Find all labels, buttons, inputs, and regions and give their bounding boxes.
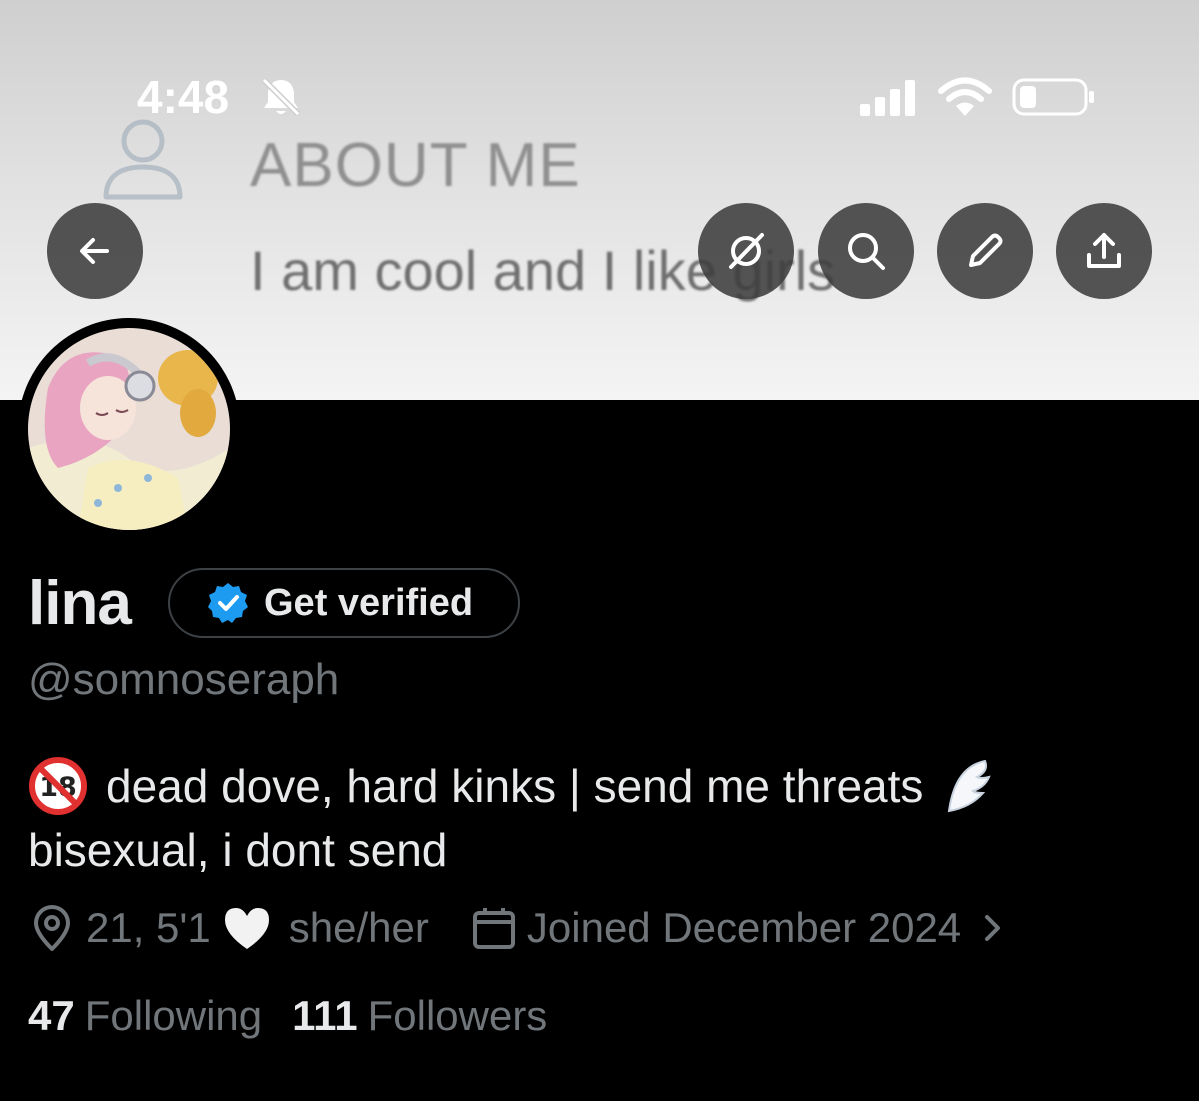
bell-slash-icon [261, 77, 301, 117]
back-arrow-icon [80, 238, 109, 264]
followers-label: Followers [367, 992, 548, 1039]
location-pin-icon [34, 905, 70, 951]
bio-line-2: bisexual, i dont send [28, 824, 448, 876]
person-icon [103, 119, 183, 200]
display-name: lina [28, 569, 132, 638]
avatar-image [28, 328, 230, 530]
pronouns-text: she/her [288, 904, 429, 951]
calendar-icon [472, 908, 515, 949]
no-under-18-icon: 18 [29, 757, 87, 815]
following-label: Following [84, 992, 263, 1039]
chevron-right-icon[interactable] [977, 909, 1007, 947]
following-count: 47 [28, 992, 75, 1039]
share-button[interactable] [1056, 203, 1152, 299]
get-verified-label: Get verified [264, 581, 474, 624]
bio: 18 dead dove, hard kinks | send me threa… [28, 754, 993, 882]
wifi-icon [938, 77, 992, 116]
user-handle: @somnoseraph [28, 655, 340, 704]
bio-line-1: dead dove, hard kinks | send me threats [106, 760, 924, 812]
followers-link[interactable]: 111 Followers [292, 992, 547, 1040]
location-text: 21, 5'1 [86, 904, 211, 951]
cellular-signal-icon [860, 80, 915, 116]
edit-pencil-icon [969, 233, 1003, 267]
get-verified-button[interactable]: Get verified [168, 568, 520, 638]
grok-button[interactable] [698, 203, 794, 299]
profile-meta: 21, 5'1 she/her Joined December 2024 [28, 900, 1007, 956]
back-button[interactable] [47, 203, 143, 299]
avatar[interactable] [18, 318, 240, 540]
banner-heading: ABOUT ME [250, 131, 581, 200]
white-heart-icon [224, 908, 269, 949]
search-icon [848, 233, 885, 270]
share-icon [1087, 233, 1121, 268]
followers-count: 111 [292, 992, 358, 1039]
follow-counts: 47 Following 111 Followers [28, 992, 577, 1040]
status-time: 4:48 [137, 71, 230, 123]
joined-date: Joined December 2024 [526, 904, 962, 951]
following-link[interactable]: 47 Following [28, 992, 262, 1040]
search-button[interactable] [818, 203, 914, 299]
battery-icon [1012, 78, 1094, 116]
edit-button[interactable] [937, 203, 1033, 299]
grok-icon [729, 233, 764, 269]
verified-badge-icon [208, 583, 248, 623]
wing-icon [948, 759, 992, 813]
